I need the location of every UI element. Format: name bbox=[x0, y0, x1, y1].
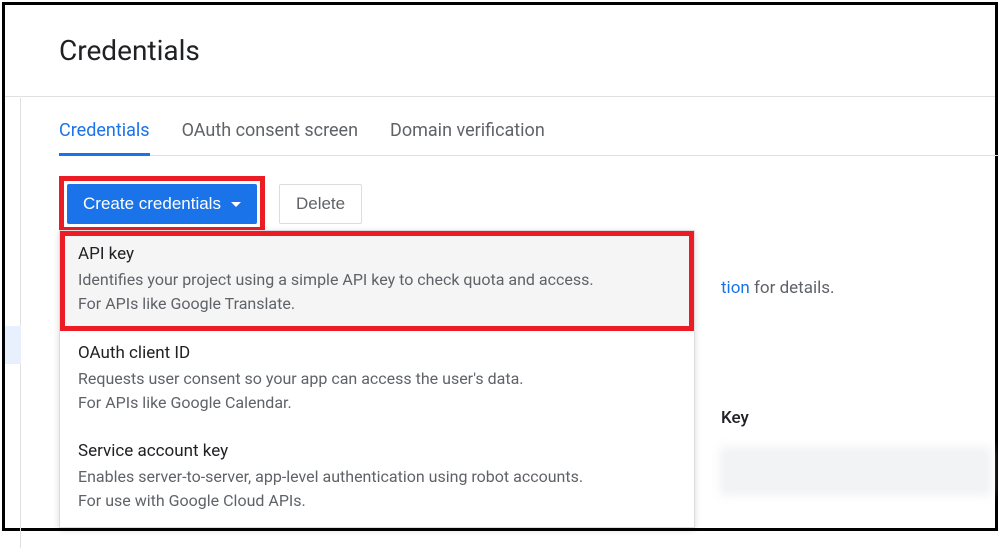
page-title: Credentials bbox=[59, 34, 200, 67]
sidebar-stub bbox=[5, 98, 21, 548]
blurred-key-value bbox=[721, 448, 990, 494]
dropdown-item-service-account[interactable]: Service account key Enables server-to-se… bbox=[60, 429, 694, 527]
background-text: tion for details. bbox=[721, 278, 985, 298]
tab-domain-verification[interactable]: Domain verification bbox=[390, 120, 545, 155]
dropdown-item-title: API key bbox=[78, 244, 676, 264]
create-credentials-button[interactable]: Create credentials bbox=[67, 184, 257, 224]
dropdown-item-api-key[interactable]: API key Identifies your project using a … bbox=[60, 231, 694, 331]
dropdown-item-desc: Identifies your project using a simple A… bbox=[78, 268, 676, 316]
dropdown-item-title: OAuth client ID bbox=[78, 343, 676, 363]
dropdown-item-desc: Enables server-to-server, app-level auth… bbox=[78, 465, 676, 513]
sidebar-active-indicator bbox=[5, 326, 21, 364]
background-text-fragment: for details. bbox=[750, 278, 835, 298]
page-header: Credentials bbox=[5, 5, 995, 97]
background-link-fragment[interactable]: tion bbox=[721, 278, 750, 298]
tabs-bar: Credentials OAuth consent screen Domain … bbox=[59, 120, 999, 156]
tab-oauth-consent[interactable]: OAuth consent screen bbox=[182, 120, 358, 155]
caret-down-icon bbox=[231, 202, 241, 207]
tab-credentials[interactable]: Credentials bbox=[59, 120, 150, 155]
dropdown-item-oauth-client[interactable]: OAuth client ID Requests user consent so… bbox=[60, 331, 694, 429]
toolbar: Create credentials Delete API key Identi… bbox=[59, 176, 995, 232]
create-credentials-label: Create credentials bbox=[83, 194, 221, 214]
create-credentials-dropdown: API key Identifies your project using a … bbox=[59, 230, 695, 528]
delete-button[interactable]: Delete bbox=[279, 184, 362, 224]
dropdown-item-title: Service account key bbox=[78, 441, 676, 461]
highlight-create-button: Create credentials bbox=[59, 176, 265, 232]
dropdown-item-desc: Requests user consent so your app can ac… bbox=[78, 367, 676, 415]
key-column-header: Key bbox=[721, 408, 749, 428]
content-area: Credentials OAuth consent screen Domain … bbox=[21, 98, 995, 528]
